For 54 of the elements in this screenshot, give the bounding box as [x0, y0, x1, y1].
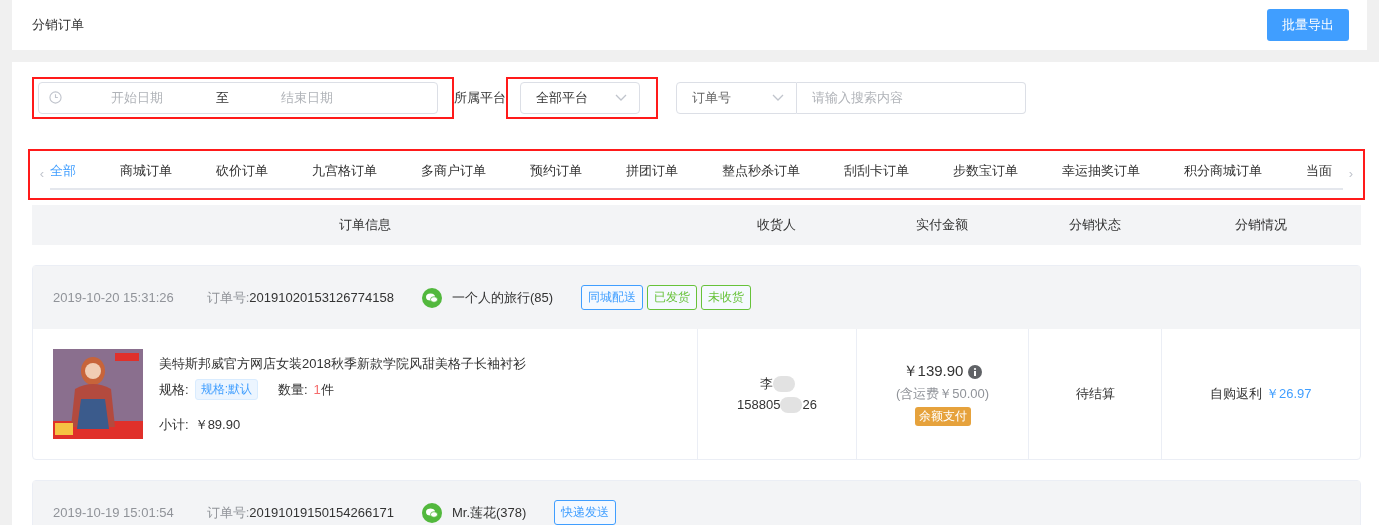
order-type-tab[interactable]: 刮刮卡订单: [844, 157, 909, 188]
order-type-tab[interactable]: 商城订单: [120, 157, 172, 188]
order-type-tab[interactable]: 积分商城订单: [1184, 157, 1262, 188]
subtotal-label: 小计:: [159, 416, 189, 434]
buyer-name: Mr.莲花(378): [451, 503, 527, 522]
order-type-tab[interactable]: 拼团订单: [626, 157, 678, 188]
order-type-tab[interactable]: 多商户订单: [421, 157, 486, 188]
buyer-name: 一个人的旅行(85): [451, 288, 554, 307]
order-type-tab[interactable]: 步数宝订单: [953, 157, 1018, 188]
quantity: 1件: [313, 380, 334, 399]
order-type-tab[interactable]: 幸运抽奖订单: [1062, 157, 1140, 188]
subtotal: ￥89.90: [194, 416, 241, 434]
page-title: 分销订单: [32, 16, 84, 34]
product-title: 美特斯邦威官方网店女装2018秋季新款学院风甜美格子长袖衬衫: [159, 355, 526, 373]
distribution-status: 待结算: [1075, 385, 1115, 403]
order-type-tab[interactable]: 整点秒杀订单: [722, 157, 800, 188]
info-icon: [968, 364, 983, 379]
search-type-select[interactable]: 订单号: [676, 81, 797, 114]
order-tag: 未收货: [701, 285, 752, 310]
order-type-tab[interactable]: 当面: [1306, 157, 1332, 188]
column-header: 订单信息: [337, 216, 392, 234]
column-header: 收货人: [756, 216, 797, 234]
shipping-fee: (含运费￥50.00): [895, 385, 990, 403]
date-range-field[interactable]: 开始日期 至 结束日期: [38, 81, 438, 114]
receiver-name: 李: [759, 374, 795, 393]
order-time: 2019-10-19 15:01:54: [53, 505, 174, 520]
payment-method: 余额支付: [914, 407, 971, 426]
order-type-tab[interactable]: 砍价订单: [216, 157, 268, 188]
order-type-tab[interactable]: 九宫格订单: [312, 157, 377, 188]
chevron-down-icon: [772, 93, 784, 102]
order-number: 20191019150154266171: [249, 505, 394, 520]
chat-bubbles-icon: [421, 287, 442, 308]
platform-select[interactable]: 全部平台: [520, 81, 640, 114]
quantity-label: 数量:: [277, 380, 308, 399]
chevron-down-icon: [615, 93, 627, 102]
column-header: 实付金额: [915, 216, 969, 234]
order-tag: 快递发送: [554, 500, 617, 525]
order-number-label: 订单号:: [206, 288, 250, 307]
order-tag: 已发货: [647, 285, 698, 310]
receiver-phone: 158805 26: [737, 396, 817, 414]
paid-amount: ￥139.90: [902, 362, 964, 381]
column-header: 分销情况: [1234, 216, 1288, 234]
spec-tag: 规格:默认: [194, 379, 258, 400]
clock-icon: [49, 91, 62, 104]
order-type-tab[interactable]: 预约订单: [530, 157, 582, 188]
spec-label: 规格:: [159, 380, 189, 399]
order-number: 20191020153126774158: [249, 290, 394, 305]
commission: 自购返利 ￥26.97: [1210, 385, 1312, 403]
order-tag: 同城配送: [581, 285, 644, 310]
column-header: 分销状态: [1067, 216, 1122, 234]
order-time: 2019-10-20 15:31:26: [53, 290, 174, 305]
search-field[interactable]: 请输入搜索内容: [797, 81, 1026, 114]
order-number-label: 订单号:: [206, 503, 250, 522]
platform-label: 所属平台: [454, 88, 506, 107]
